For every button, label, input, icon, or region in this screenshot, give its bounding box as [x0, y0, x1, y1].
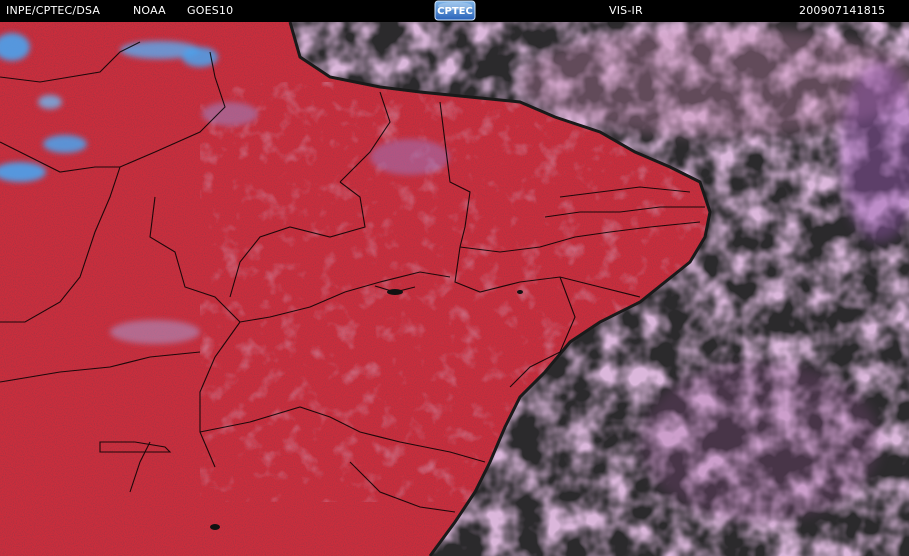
satellite-image-viewer: INPE/CPTEC/DSA NOAA GOES10 CPTEC VIS-IR … [0, 0, 909, 556]
cptec-logo: CPTEC [434, 0, 476, 21]
agency-label: INPE/CPTEC/DSA [6, 4, 101, 17]
timestamp-label: 200907141815 [799, 4, 886, 17]
logo-text: CPTEC [437, 6, 473, 17]
satellite-map [0, 22, 909, 556]
operator-label: NOAA [133, 4, 166, 17]
header-bar: INPE/CPTEC/DSA NOAA GOES10 CPTEC VIS-IR … [0, 0, 909, 22]
product-label: VIS-IR [609, 4, 643, 17]
satellite-label: GOES10 [187, 4, 234, 17]
